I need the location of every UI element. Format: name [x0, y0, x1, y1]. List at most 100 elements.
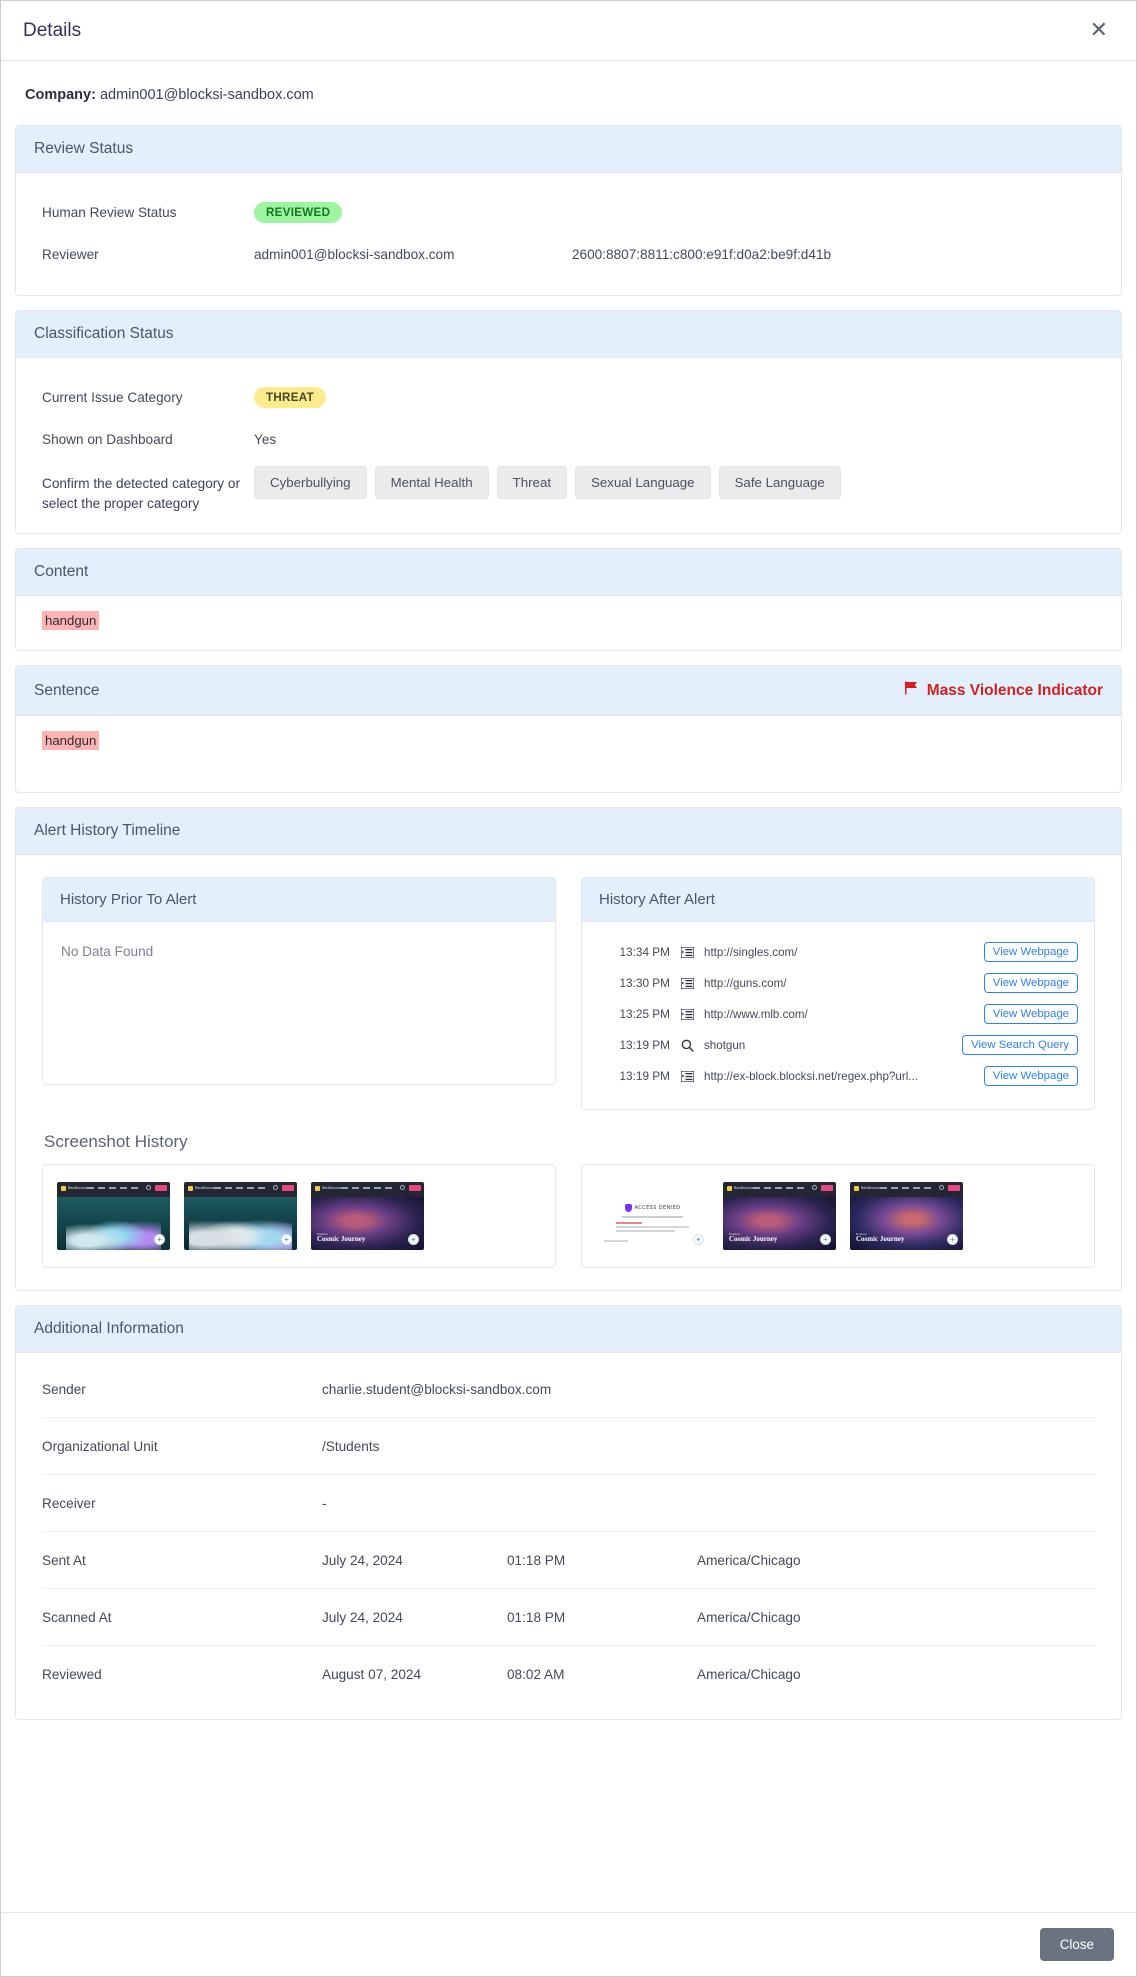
row-value-1: -	[322, 1495, 327, 1511]
category-button-sexual-language[interactable]: Sexual Language	[575, 466, 711, 499]
thumb-donate-button	[155, 1185, 167, 1192]
thumb-zoom-icon	[408, 1234, 419, 1246]
row-value-date: August 07, 2024	[322, 1667, 422, 1683]
close-button[interactable]: Close	[1039, 1928, 1114, 1961]
sentence-body: handgun	[16, 716, 1121, 792]
thumb-topbar: Smithsonian	[850, 1182, 963, 1198]
category-button-mental-health[interactable]: Mental Health	[374, 466, 489, 499]
thumb-caption: Explore Cosmic Journey	[317, 1232, 365, 1244]
content-title: Content	[34, 563, 89, 581]
thumb-topbar: Smithsonian	[311, 1182, 424, 1198]
history-prior-empty: No Data Found	[61, 944, 154, 960]
screenshot-thumbnail[interactable]: Smithsonian Explore Cosmic Journey	[850, 1182, 963, 1251]
event-url: http://ex-block.blocksi.net/regex.php?ur…	[704, 1069, 918, 1083]
status-badge: REVIEWED	[254, 201, 343, 223]
event-time: 13:19 PM	[619, 1038, 671, 1053]
view-webpage-button[interactable]: View Webpage	[983, 1066, 1078, 1087]
alert-history-header: Alert History Timeline	[16, 808, 1121, 856]
thumb-zoom-icon	[820, 1234, 831, 1246]
thumb-search-icon	[400, 1185, 405, 1191]
table-row: Receiver -	[42, 1475, 1095, 1533]
screenshot-history-title: Screenshot History	[44, 1132, 188, 1152]
row-value-timezone: America/Chicago	[697, 1667, 801, 1683]
content-body: handgun	[16, 596, 1121, 650]
reviewer-email: admin001@blocksi-sandbox.com	[254, 246, 455, 262]
thumb-donate-button	[409, 1185, 421, 1192]
screenshot-thumbnail[interactable]: Smithsonian	[57, 1182, 170, 1251]
event-time: 13:25 PM	[619, 1007, 671, 1022]
table-row: Scanned At July 24, 2024 01:18 PM Americ…	[42, 1589, 1095, 1647]
category-button-threat[interactable]: Threat	[496, 466, 568, 499]
list-item: 13:25 PM http://www.mlb.com/ View Webpag…	[598, 1000, 1078, 1028]
sentence-title: Sentence	[34, 681, 100, 699]
screenshot-thumbnail[interactable]: Smithsonian Explore Cosmic Journey	[723, 1182, 836, 1251]
row-value-time: 01:18 PM	[507, 1552, 566, 1568]
thumb-line	[616, 1226, 689, 1229]
shown-on-dashboard-row: Shown on Dashboard Yes	[42, 418, 1095, 460]
modal-body: Company: admin001@blocksi-sandbox.com Re…	[1, 61, 1136, 1912]
category-button-cyberbullying[interactable]: Cyberbullying	[254, 466, 367, 499]
thumb-zoom-icon	[281, 1234, 292, 1246]
thumb-image: Explore Cosmic Journey	[850, 1197, 963, 1251]
category-button-safe-language[interactable]: Safe Language	[718, 466, 841, 499]
thumb-nav	[214, 1187, 265, 1190]
thumb-caption: Explore Cosmic Journey	[856, 1232, 904, 1244]
additional-information-body: Sender charlie.student@blocksi-sandbox.c…	[16, 1353, 1121, 1719]
screenshot-panel-after: ACCESS DENIED + Smithsonian Explore Cosm…	[581, 1164, 1095, 1269]
thumb-search-icon	[146, 1185, 151, 1191]
webpage-icon	[670, 977, 704, 989]
additional-information-card: Additional Information Sender charlie.st…	[15, 1305, 1122, 1721]
webpage-icon	[670, 1070, 704, 1082]
thumb-line	[616, 1230, 675, 1233]
review-status-title: Review Status	[34, 140, 134, 157]
screenshot-panel-prior: Smithsonian Smithsonian	[42, 1164, 556, 1269]
timeline-columns: History Prior To Alert No Data Found His…	[42, 877, 1095, 1111]
site-logo-icon	[854, 1186, 859, 1192]
shown-on-dashboard-value: Yes	[254, 431, 277, 447]
thumb-donate-button	[948, 1185, 960, 1192]
view-search-query-button[interactable]: View Search Query	[962, 1035, 1078, 1056]
confirm-category-label: Confirm the detected category or select …	[42, 476, 240, 511]
human-review-status-label: Human Review Status	[42, 204, 177, 220]
table-row: Reviewed August 07, 2024 08:02 AM Americ…	[42, 1646, 1095, 1703]
classification-status-body: Current Issue Category THREAT Shown on D…	[16, 358, 1121, 533]
screenshot-thumbnail[interactable]: Smithsonian Explore Coral Galleries	[184, 1182, 297, 1251]
content-header: Content	[16, 549, 1121, 597]
thumb-search-icon	[939, 1185, 944, 1191]
history-prior-title: History Prior To Alert	[43, 878, 555, 923]
search-icon	[670, 1039, 704, 1052]
thumb-caption: Explore Cosmic Journey	[729, 1232, 777, 1244]
sentence-highlighted-text: handgun	[42, 731, 100, 751]
thumb-caption-title: Cosmic Journey	[317, 1234, 366, 1243]
screenshot-history-columns: Smithsonian Smithsonian	[42, 1164, 1095, 1269]
details-modal: Details ✕ Company: admin001@blocksi-sand…	[0, 0, 1137, 1977]
thumb-zoom-icon	[947, 1234, 958, 1246]
close-icon[interactable]: ✕	[1084, 18, 1114, 44]
thumb-caption-kicker: Explore	[317, 1231, 328, 1236]
site-logo-icon	[61, 1186, 66, 1192]
list-item: 13:19 PM http://ex-block.blocksi.net/reg…	[598, 1062, 1078, 1090]
row-value-date: July 24, 2024	[322, 1552, 403, 1568]
screenshot-thumbnail[interactable]: ACCESS DENIED	[596, 1182, 709, 1251]
screenshot-thumbnail[interactable]: Smithsonian Explore Cosmic Journey	[311, 1182, 424, 1251]
view-webpage-button[interactable]: View Webpage	[983, 973, 1078, 994]
current-issue-category-badge: THREAT	[254, 386, 326, 408]
thumb-caption-title: Coral Galleries	[190, 1234, 236, 1243]
view-webpage-button[interactable]: View Webpage	[983, 1004, 1078, 1025]
row-label: Sender	[42, 1381, 86, 1397]
reviewer-ip: 2600:8807:8811:c800:e91f:d0a2:be9f:d41b	[572, 246, 832, 262]
thumb-caption-title: Cosmic Journey	[856, 1234, 905, 1243]
human-review-status-row: Human Review Status REVIEWED	[42, 191, 1095, 233]
table-row: Sent At July 24, 2024 01:18 PM America/C…	[42, 1532, 1095, 1590]
view-webpage-button[interactable]: View Webpage	[983, 942, 1078, 963]
company-value: admin001@blocksi-sandbox.com	[99, 87, 314, 103]
event-time: 13:19 PM	[619, 1069, 671, 1084]
row-value-timezone: America/Chicago	[697, 1609, 801, 1625]
confirm-category-row: Confirm the detected category or select …	[42, 460, 1095, 513]
table-row: Sender charlie.student@blocksi-sandbox.c…	[42, 1361, 1095, 1419]
thumb-nav	[341, 1187, 392, 1190]
history-after-title: History After Alert	[582, 878, 1094, 923]
thumb-line	[616, 1222, 642, 1225]
row-label: Sent At	[42, 1552, 86, 1568]
thumb-image: Explore Coral Galleries	[184, 1197, 297, 1251]
